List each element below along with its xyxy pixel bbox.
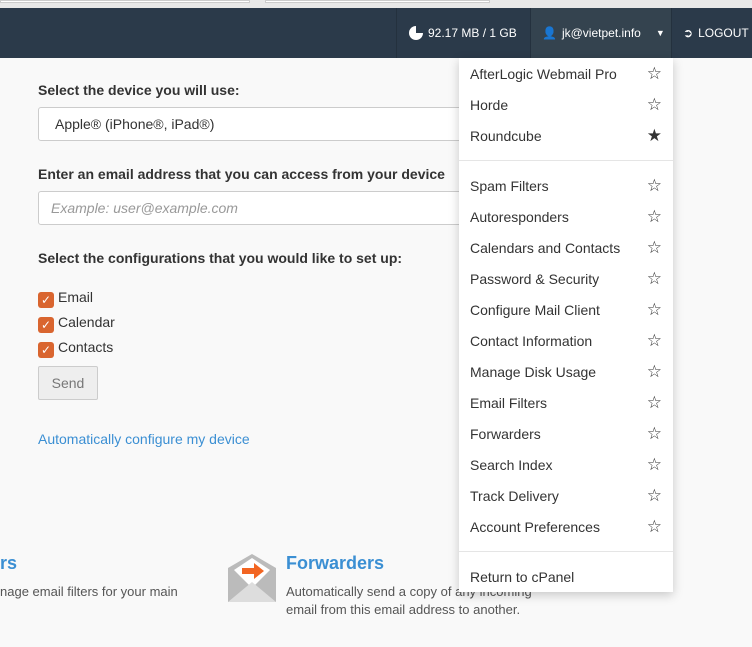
- top-navbar: 92.17 MB / 1 GB 👤 jk@vietpet.info ▼ ➲ LO…: [0, 8, 752, 58]
- menu-item[interactable]: Email Filters ☆: [470, 392, 662, 414]
- menu-item[interactable]: Track Delivery ☆: [470, 485, 662, 507]
- menu-divider: [459, 160, 673, 161]
- menu-item-label: Password & Security: [470, 271, 600, 287]
- browser-strip: [0, 0, 752, 8]
- menu-divider: [459, 551, 673, 552]
- menu-item-label: Account Preferences: [470, 519, 600, 535]
- menu-item-label: Calendars and Contacts: [470, 240, 621, 256]
- menu-item-label: AfterLogic Webmail Pro: [470, 66, 617, 82]
- star-outline-icon[interactable]: ☆: [647, 269, 662, 289]
- menu-item-label: Forwarders: [470, 426, 541, 442]
- user-icon: 👤: [542, 26, 557, 40]
- device-label: Select the device you will use:: [38, 82, 240, 98]
- disk-usage: 92.17 MB / 1 GB: [396, 8, 530, 58]
- menu-item-label: Horde: [470, 97, 509, 113]
- star-outline-icon[interactable]: ☆: [647, 207, 662, 227]
- pie-chart-icon: [409, 26, 423, 40]
- logout-button[interactable]: ➲ LOGOUT: [671, 8, 752, 58]
- menu-item[interactable]: Password & Security ☆: [470, 268, 662, 290]
- menu-item-label: Roundcube: [470, 128, 542, 144]
- menu-item[interactable]: Forwarders ☆: [470, 423, 662, 445]
- menu-item-label: Configure Mail Client: [470, 302, 600, 318]
- menu-item-label: Return to cPanel: [470, 569, 575, 585]
- menu-item[interactable]: AfterLogic Webmail Pro ☆: [470, 63, 662, 85]
- menu-item[interactable]: Contact Information ☆: [470, 330, 662, 352]
- logout-icon: ➲: [683, 26, 694, 40]
- check-icon: ✓: [38, 292, 54, 308]
- menu-item[interactable]: Account Preferences ☆: [470, 516, 662, 538]
- config-label: Select the configurations that you would…: [38, 250, 403, 266]
- star-outline-icon[interactable]: ☆: [647, 64, 662, 84]
- star-outline-icon[interactable]: ☆: [647, 517, 662, 537]
- menu-item-label: Contact Information: [470, 333, 593, 349]
- checkbox-email[interactable]: ✓ Email: [38, 286, 93, 308]
- menu-item[interactable]: Configure Mail Client ☆: [470, 299, 662, 321]
- checkbox-label: Contacts: [58, 339, 114, 355]
- star-outline-icon[interactable]: ☆: [647, 300, 662, 320]
- tile-title-forwarders[interactable]: Forwarders: [286, 553, 384, 574]
- menu-item[interactable]: Calendars and Contacts ☆: [470, 237, 662, 259]
- device-select[interactable]: Apple® (iPhone®, iPad®): [38, 107, 478, 141]
- caret-down-icon: ▼: [655, 28, 665, 38]
- menu-item-label: Track Delivery: [470, 488, 559, 504]
- tile-desc: nage email filters for your main: [0, 584, 178, 599]
- star-outline-icon[interactable]: ☆: [647, 176, 662, 196]
- checkbox-calendar[interactable]: ✓ Calendar: [38, 311, 115, 333]
- user-dropdown-menu: AfterLogic Webmail Pro ☆ Horde ☆ Roundcube ★ S…: [459, 58, 673, 592]
- tile-title-email-filters[interactable]: rs: [0, 553, 17, 574]
- menu-item[interactable]: Horde ☆: [470, 94, 662, 116]
- menu-item[interactable]: Search Index ☆: [470, 454, 662, 476]
- email-input[interactable]: Example: user@example.com: [38, 191, 478, 225]
- menu-item[interactable]: Return to cPanel: [470, 566, 662, 588]
- menu-item-label: Email Filters: [470, 395, 548, 411]
- menu-item[interactable]: Roundcube ★: [470, 125, 662, 147]
- star-outline-icon[interactable]: ☆: [647, 238, 662, 258]
- menu-item[interactable]: Autoresponders ☆: [470, 206, 662, 228]
- send-button[interactable]: Send: [38, 366, 98, 400]
- auto-configure-link[interactable]: Automatically configure my device: [38, 431, 250, 447]
- menu-item-label: Spam Filters: [470, 178, 549, 194]
- forwarders-envelope-icon: [228, 554, 276, 602]
- check-icon: ✓: [38, 342, 54, 358]
- menu-item-label: Search Index: [470, 457, 553, 473]
- star-outline-icon[interactable]: ☆: [647, 362, 662, 382]
- logout-label: LOGOUT: [698, 26, 749, 40]
- star-outline-icon[interactable]: ☆: [647, 95, 662, 115]
- checkbox-label: Calendar: [58, 314, 115, 330]
- checkbox-contacts[interactable]: ✓ Contacts: [38, 336, 113, 358]
- star-outline-icon[interactable]: ☆: [647, 455, 662, 475]
- menu-item-label: Manage Disk Usage: [470, 364, 597, 380]
- menu-item[interactable]: Spam Filters ☆: [470, 175, 662, 197]
- star-outline-icon[interactable]: ☆: [647, 393, 662, 413]
- star-outline-icon[interactable]: ☆: [647, 424, 662, 444]
- tile-desc: email from this email address to another…: [286, 602, 521, 617]
- email-label: Enter an email address that you can acce…: [38, 166, 445, 182]
- menu-item-label: Autoresponders: [470, 209, 569, 225]
- check-icon: ✓: [38, 317, 54, 333]
- star-outline-icon[interactable]: ☆: [647, 486, 662, 506]
- menu-item[interactable]: Manage Disk Usage ☆: [470, 361, 662, 383]
- user-email: jk@vietpet.info: [561, 26, 641, 40]
- user-menu-toggle[interactable]: 👤 jk@vietpet.info ▼: [530, 8, 671, 58]
- star-outline-icon[interactable]: ☆: [647, 331, 662, 351]
- disk-usage-text: 92.17 MB / 1 GB: [428, 26, 517, 40]
- star-filled-icon[interactable]: ★: [647, 126, 662, 146]
- checkbox-label: Email: [58, 289, 94, 305]
